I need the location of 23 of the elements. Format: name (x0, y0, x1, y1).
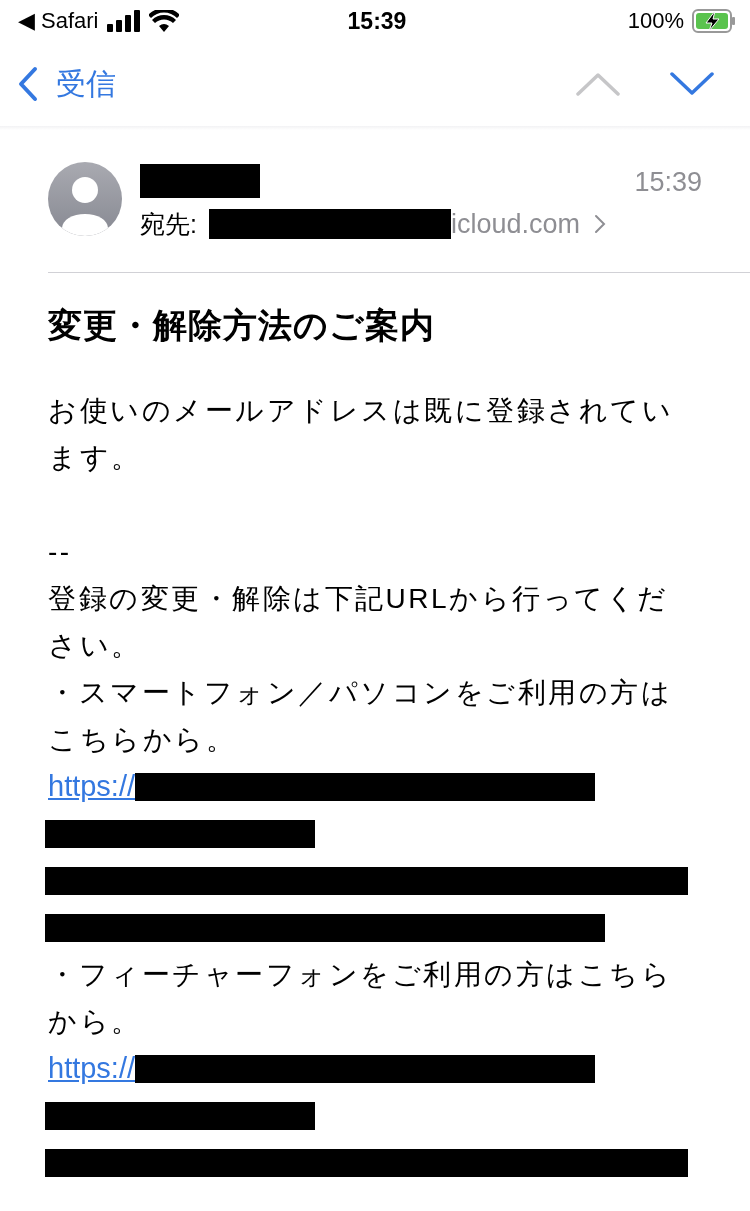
body-paragraph: -- (48, 535, 73, 569)
url-link[interactable]: https:// (48, 770, 136, 803)
battery-percentage: 100% (627, 8, 684, 34)
back-app-label[interactable]: ◀ Safari (18, 8, 99, 34)
chevron-right-icon[interactable] (594, 213, 606, 235)
body-paragraph: ・スマートフォン／パソコンをご利用の方は こちらから。 (48, 676, 673, 757)
avatar-icon (48, 162, 122, 236)
recipient-domain: icloud.com (450, 208, 580, 240)
wifi-icon (148, 10, 179, 32)
body-paragraph: ・フィーチャーフォンをご利用の方はこちら から。 (48, 958, 673, 1039)
body-paragraph: 登録の変更・解除は下記URLから行ってくだ さい。 (48, 582, 670, 663)
email-subject: 変更・解除方法のご案内 (48, 305, 436, 346)
next-message-icon[interactable] (670, 72, 714, 96)
previous-message-icon[interactable] (576, 72, 620, 96)
url-link[interactable]: https:// (48, 1052, 136, 1085)
body-paragraph: お使いのメールアドレスは既に登録されてい ます。 (48, 394, 674, 475)
chevron-left-icon (18, 66, 38, 102)
signal-icon (106, 10, 141, 32)
clock: 15:39 (347, 7, 407, 35)
message-time: 15:39 (634, 167, 702, 198)
recipient-label: 宛先: (140, 208, 197, 240)
battery-charging-icon (692, 9, 736, 33)
back-button[interactable]: 受信 (18, 63, 116, 105)
